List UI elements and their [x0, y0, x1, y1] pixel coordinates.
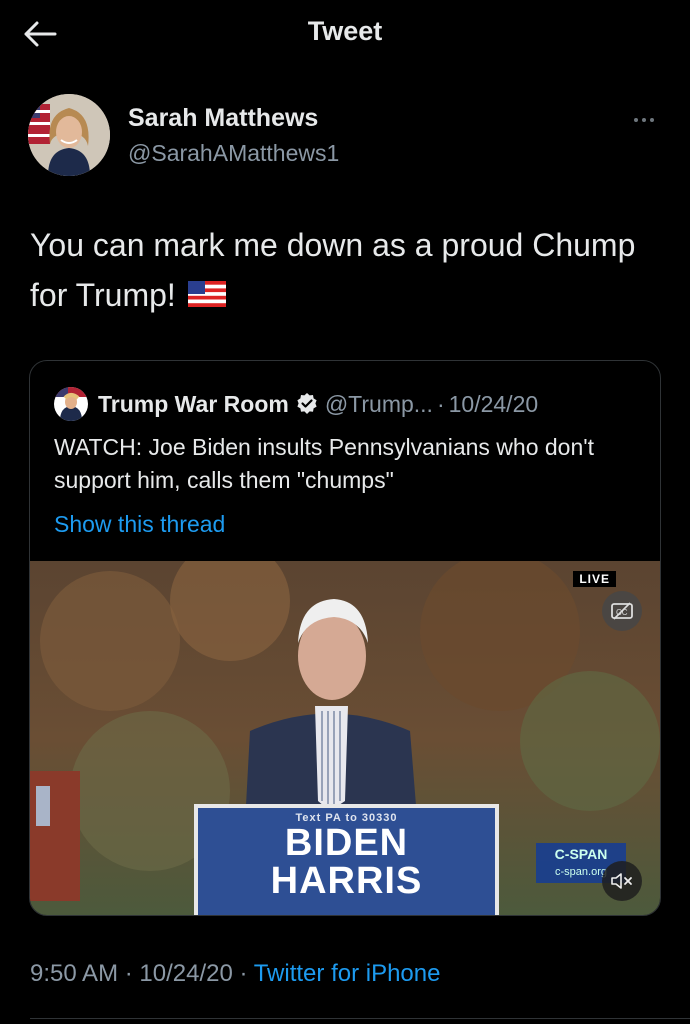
- show-thread-link[interactable]: Show this thread: [54, 511, 225, 538]
- live-badge: LIVE: [573, 571, 616, 587]
- video-player[interactable]: Text PA to 30330 BIDEN HARRIS LIVE CC C-…: [30, 561, 660, 915]
- more-dot-icon: [650, 118, 654, 122]
- author-handle[interactable]: @SarahAMatthews1: [128, 140, 339, 167]
- author-name[interactable]: Sarah Matthews: [128, 104, 318, 133]
- quoted-tweet-header: Trump War Room @Trump... · 10/24/20: [54, 387, 538, 421]
- tweet-source-link[interactable]: Twitter for iPhone: [254, 960, 441, 987]
- network-name: C-SPAN: [554, 846, 608, 862]
- separator-dot: ·: [436, 390, 445, 417]
- sign-text-line1: BIDEN: [284, 822, 409, 864]
- quoted-tweet-text: WATCH: Joe Biden insults Pennsylvanians …: [54, 434, 595, 493]
- meta-separator: ·: [232, 960, 254, 987]
- tweet-meta: 9:50 AM · 10/24/20 · Twitter for iPhone: [30, 960, 440, 988]
- avatar[interactable]: [28, 94, 110, 176]
- meta-separator: ·: [118, 960, 140, 987]
- quoted-avatar[interactable]: [54, 387, 88, 421]
- page-title: Tweet: [307, 16, 383, 46]
- more-dot-icon: [634, 118, 638, 122]
- speaker-muted-icon: [611, 873, 632, 889]
- divider: [30, 1018, 690, 1019]
- quoted-author-name[interactable]: Trump War Room: [98, 391, 289, 418]
- us-flag-icon: [187, 280, 226, 307]
- tweet-date: 10/24/20: [139, 960, 233, 987]
- tweet-author: Sarah Matthews @SarahAMatthews1: [28, 94, 668, 184]
- sign-text-small: Text PA to 30330: [295, 812, 398, 824]
- tweet-time: 9:50 AM: [30, 960, 119, 987]
- captions-off-icon: CC: [611, 602, 633, 620]
- quoted-date: 10/24/20: [448, 390, 539, 417]
- tweet-body: You can mark me down as a proud Chump fo…: [30, 227, 636, 313]
- campaign-sign: Text PA to 30330 BIDEN HARRIS: [194, 804, 499, 915]
- verified-badge-icon: [295, 392, 319, 416]
- unmute-button[interactable]: [602, 861, 642, 901]
- tweet-text: You can mark me down as a proud Chump fo…: [30, 220, 660, 320]
- more-dot-icon: [642, 118, 646, 122]
- sign-text-line2: HARRIS: [270, 860, 423, 902]
- captions-button[interactable]: CC: [602, 591, 642, 631]
- quoted-author-handle[interactable]: @Trump...: [325, 391, 433, 418]
- quoted-tweet[interactable]: Trump War Room @Trump... · 10/24/20 WATC…: [29, 360, 661, 916]
- top-bar: Tweet: [0, 0, 690, 70]
- more-options-button[interactable]: [624, 110, 664, 130]
